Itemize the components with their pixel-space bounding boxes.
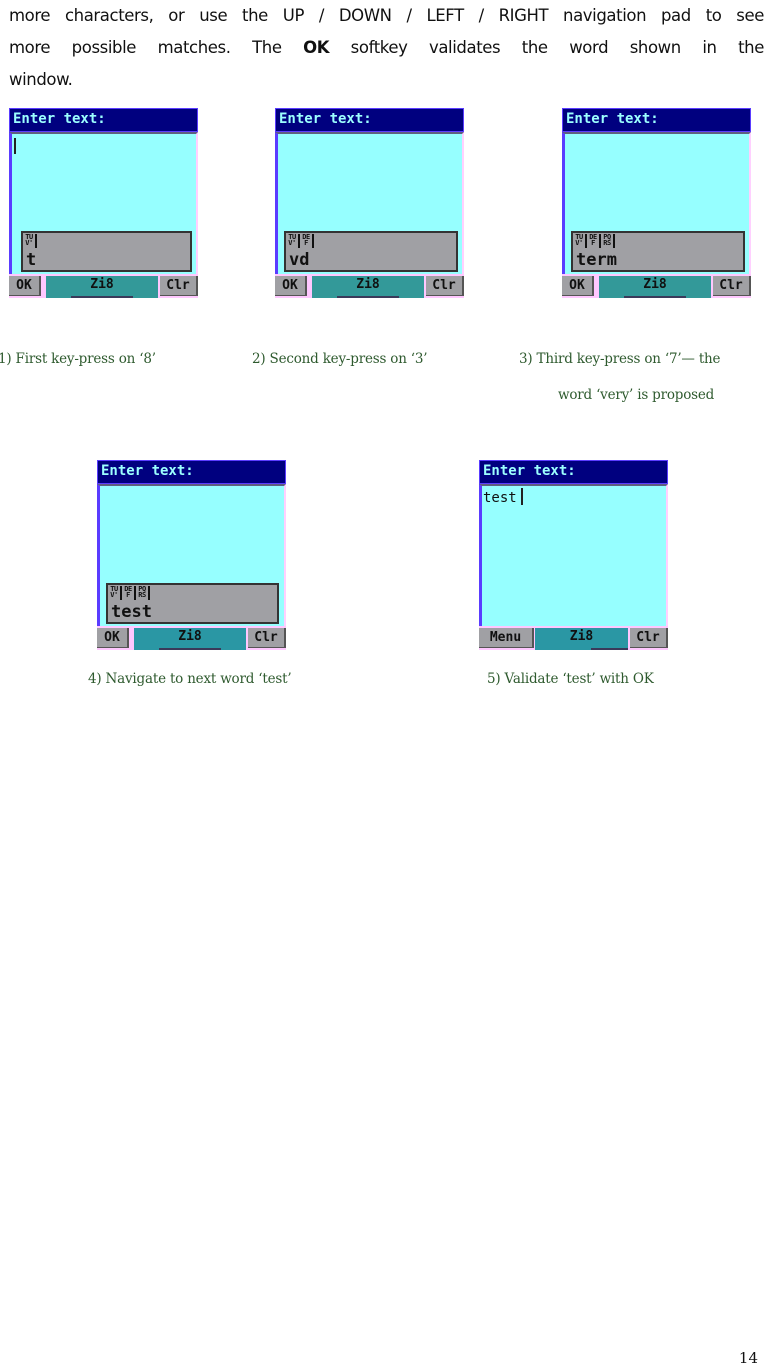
phone-screen-1: Enter text: TU V' t OK Zi8 Clr xyxy=(9,108,198,298)
softkey-bar: OK Zi8 Clr xyxy=(9,274,198,298)
input-mode-indicator[interactable]: Zi8 xyxy=(312,276,424,298)
softkey-bar: OK Zi8 Clr xyxy=(275,274,464,298)
paragraph-text: more possible matches. The xyxy=(9,38,304,57)
candidate-box: TU V' DE F vd xyxy=(284,231,458,272)
input-mode-indicator[interactable]: Zi8 xyxy=(599,276,711,298)
title-bar: Enter text: xyxy=(97,460,286,484)
key-indicator: DE F xyxy=(123,586,136,600)
softkey-bar: Menu Zi8 Clr xyxy=(479,626,668,650)
key-sequence: TU V' xyxy=(24,234,38,248)
entered-text: test xyxy=(483,488,523,506)
input-mode-indicator[interactable]: Zi8 xyxy=(134,628,246,650)
caption-2: 2) Second key-press on ‘3’ xyxy=(252,351,428,367)
paragraph-line-2: more possible matches. The OK softkey va… xyxy=(9,32,764,64)
softkey-bar: OK Zi8 Clr xyxy=(562,274,751,298)
key-sequence: TU V' DE F xyxy=(287,234,315,248)
clear-softkey[interactable]: Clr xyxy=(630,628,668,648)
ok-softkey[interactable]: OK xyxy=(275,276,307,296)
title-text: Enter text: xyxy=(279,111,372,127)
title-text: Enter text: xyxy=(13,111,106,127)
ok-bold-text: OK xyxy=(303,38,330,57)
clear-softkey[interactable]: Clr xyxy=(248,628,286,648)
candidate-box: TU V' DE F PQ RS term xyxy=(571,231,745,272)
title-bar: Enter text: xyxy=(562,108,751,132)
text-entry-area[interactable]: test xyxy=(479,484,668,626)
menu-softkey[interactable]: Menu xyxy=(479,628,534,648)
candidate-word: test xyxy=(111,602,152,622)
ok-softkey[interactable]: OK xyxy=(562,276,594,296)
key-indicator: TU V' xyxy=(109,586,122,600)
title-text: Enter text: xyxy=(483,463,576,479)
caption-1: 1) First key-press on ‘8’ xyxy=(0,351,156,367)
phone-screen-4: Enter text: TU V' DE F PQ RS test OK Zi8 Cl… xyxy=(97,460,286,650)
candidate-word: t xyxy=(26,250,37,270)
key-sequence: TU V' DE F PQ RS xyxy=(574,234,616,248)
key-indicator: DE F xyxy=(301,234,314,248)
page-number: 14 xyxy=(738,1349,758,1367)
phone-screen-2: Enter text: TU V' DE F vd OK Zi8 Clr xyxy=(275,108,464,298)
title-bar: Enter text: xyxy=(275,108,464,132)
text-entry-area[interactable]: TU V' DE F vd xyxy=(275,132,464,274)
key-indicator: TU V' xyxy=(574,234,587,248)
clear-softkey[interactable]: Clr xyxy=(713,276,751,296)
title-text: Enter text: xyxy=(566,111,659,127)
paragraph-text: softkey validates the word shown in the xyxy=(329,38,764,57)
caption-3-line-2: word ‘very’ is proposed xyxy=(558,387,715,403)
key-sequence: TU V' DE F PQ RS xyxy=(109,586,151,600)
phone-screen-5: Enter text: test Menu Zi8 Clr xyxy=(479,460,668,650)
key-indicator: TU V' xyxy=(24,234,37,248)
text-entry-area[interactable]: TU V' t xyxy=(9,132,198,274)
caption-3-line-1: 3) Third key-press on ‘7’— the xyxy=(519,351,721,367)
text-cursor xyxy=(14,138,16,154)
clear-softkey[interactable]: Clr xyxy=(426,276,464,296)
softkey-bar: OK Zi8 Clr xyxy=(97,626,286,650)
key-indicator: PQ RS xyxy=(602,234,615,248)
ok-softkey[interactable]: OK xyxy=(9,276,41,296)
title-bar: Enter text: xyxy=(9,108,198,132)
candidate-box: TU V' t xyxy=(21,231,192,272)
paragraph-line-1: more characters, or use the UP / DOWN / … xyxy=(9,6,764,25)
key-indicator: DE F xyxy=(588,234,601,248)
typed-text: test xyxy=(483,490,517,506)
candidate-word: vd xyxy=(289,250,310,270)
paragraph-line-3: window. xyxy=(9,70,73,89)
body-paragraph: more characters, or use the UP / DOWN / … xyxy=(9,0,764,96)
caption-5: 5) Validate ‘test’ with OK xyxy=(487,671,654,687)
caption-4: 4) Navigate to next word ‘test’ xyxy=(88,671,292,687)
candidate-box: TU V' DE F PQ RS test xyxy=(106,583,279,624)
ok-softkey[interactable]: OK xyxy=(97,628,129,648)
phone-screen-3: Enter text: TU V' DE F PQ RS term OK Zi8 Cl… xyxy=(562,108,751,298)
clear-softkey[interactable]: Clr xyxy=(160,276,198,296)
text-entry-area[interactable]: TU V' DE F PQ RS term xyxy=(562,132,751,274)
input-mode-indicator[interactable]: Zi8 xyxy=(535,628,628,650)
title-text: Enter text: xyxy=(101,463,194,479)
key-indicator: PQ RS xyxy=(137,586,150,600)
text-entry-area[interactable]: TU V' DE F PQ RS test xyxy=(97,484,286,626)
text-cursor xyxy=(520,488,523,505)
candidate-word: term xyxy=(576,250,617,270)
key-indicator: TU V' xyxy=(287,234,300,248)
input-mode-indicator[interactable]: Zi8 xyxy=(46,276,158,298)
title-bar: Enter text: xyxy=(479,460,668,484)
